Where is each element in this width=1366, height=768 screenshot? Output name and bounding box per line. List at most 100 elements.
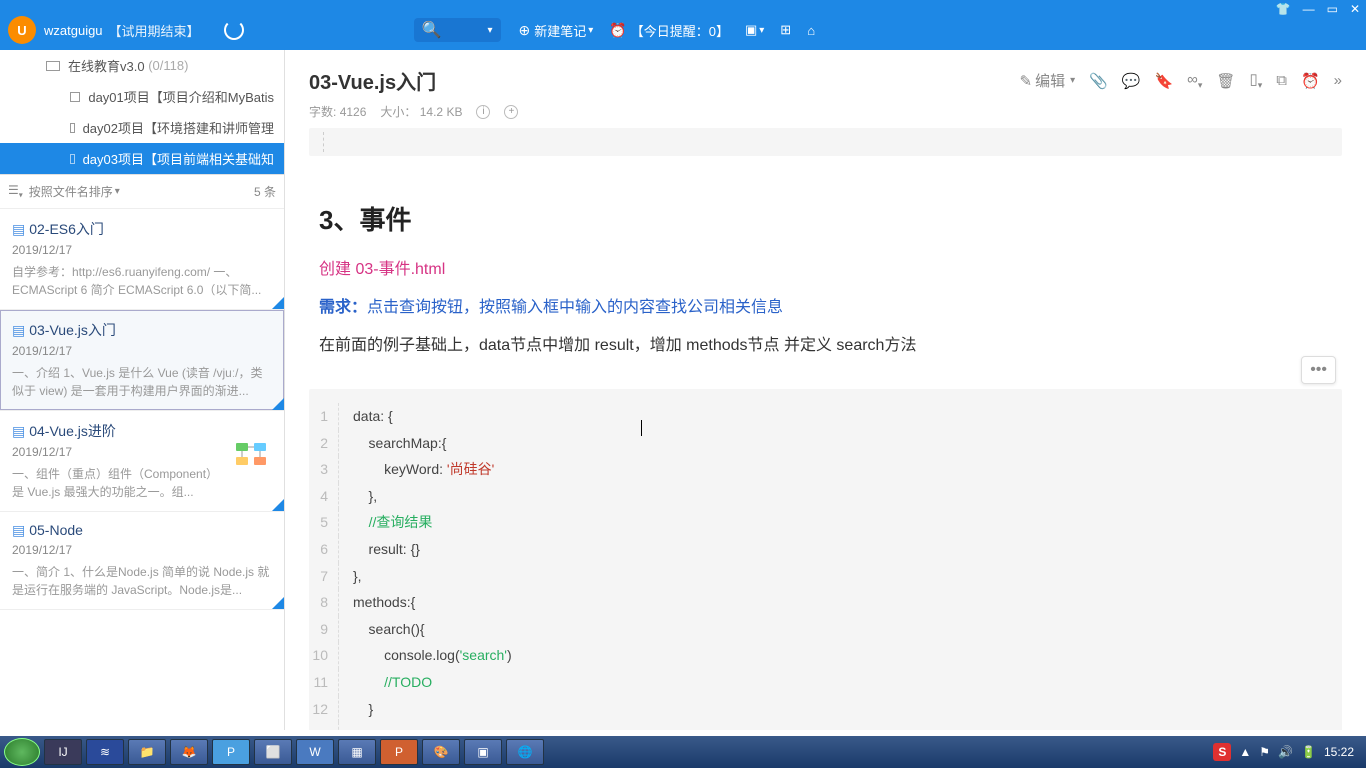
create-file-text: 创建 03-事件.html	[319, 255, 1332, 279]
task-item[interactable]: P	[380, 739, 418, 765]
folder-icon	[70, 92, 80, 102]
task-item[interactable]: 🦊	[170, 739, 208, 765]
note-date: 2019/12/17	[12, 543, 272, 557]
attachment-icon[interactable]: 📎	[1089, 72, 1108, 90]
corner-icon	[272, 398, 284, 410]
app-logo[interactable]: U	[8, 16, 36, 44]
corner-icon	[272, 499, 284, 511]
tag-icon[interactable]: 🔖	[1154, 72, 1173, 90]
task-item[interactable]: ≋	[86, 739, 124, 765]
tree-item-day01[interactable]: day01项目【项目介绍和MyBatis	[0, 81, 284, 112]
window-controls: 👕 — ▭ ✕	[1276, 0, 1360, 16]
float-more-button[interactable]: •••	[1301, 356, 1336, 384]
chevron-down-icon[interactable]: ▾	[115, 186, 120, 197]
diagram-thumb-icon	[234, 441, 274, 471]
alarm-icon[interactable]: ⏰	[1301, 72, 1320, 90]
system-tray: S ▲ ⚑ 🔊 🔋 15:22	[1213, 743, 1362, 761]
size-value: 14.2 KB	[420, 105, 463, 119]
note-date: 2019/12/17	[12, 344, 272, 358]
sidebar: 在线教育v3.0 (0/118) day01项目【项目介绍和MyBatis da…	[0, 50, 285, 730]
share-icon[interactable]: ∞▾	[1187, 71, 1202, 91]
clock[interactable]: 15:22	[1324, 745, 1354, 759]
titlebar	[0, 0, 1366, 10]
chevron-down-icon[interactable]: ▾	[588, 25, 593, 36]
sort-bar[interactable]: ☰▾ 按照文件名排序 ▾ 5 条	[0, 175, 284, 209]
link-icon[interactable]: ⧉	[1276, 72, 1287, 89]
comment-icon[interactable]: 💬	[1122, 72, 1141, 90]
info-icon[interactable]: i	[476, 105, 490, 119]
note-card[interactable]: ▤03-Vue.js入门 2019/12/17 一、介绍 1、Vue.js 是什…	[0, 310, 284, 411]
code-block[interactable]: 1data: {2 searchMap:{3 keyWord: '尚硅谷'4 }…	[309, 389, 1342, 730]
tree-item-day02[interactable]: day02项目【环境搭建和讲师管理	[0, 112, 284, 143]
task-item[interactable]: P	[212, 739, 250, 765]
close-button[interactable]: ✕	[1350, 2, 1360, 16]
note-card[interactable]: ▤04-Vue.js进阶 2019/12/17 一、组件（重点）组件（Compo…	[0, 411, 284, 512]
task-item[interactable]: 📁	[128, 739, 166, 765]
edit-label: 编辑	[1035, 70, 1065, 91]
note-date: 2019/12/17	[12, 445, 272, 459]
code-line: 4 },	[309, 483, 1342, 510]
code-line: 9 search(){	[309, 616, 1342, 643]
new-note-button[interactable]: ⊕ 新建笔记 ▾	[519, 21, 594, 40]
task-item[interactable]: ▣	[464, 739, 502, 765]
start-button[interactable]	[4, 738, 40, 766]
tree-item-label: day02项目【环境搭建和讲师管理	[83, 118, 274, 137]
refresh-icon[interactable]	[224, 20, 244, 40]
article-body: 3、事件 创建 03-事件.html 需求：点击查询按钮，按照输入框中输入的内容…	[285, 156, 1366, 389]
window-icon[interactable]: ▣▾	[745, 22, 764, 38]
menu-icon[interactable]: ☰▾	[8, 183, 23, 199]
sort-label: 按照文件名排序	[29, 183, 113, 200]
chevron-down-icon[interactable]: ▾	[487, 25, 492, 36]
note-card[interactable]: ▤05-Node 2019/12/17 一、简介 1、什么是Node.js 简单…	[0, 512, 284, 610]
task-item[interactable]: W	[296, 739, 334, 765]
plus-icon[interactable]: +	[504, 105, 518, 119]
note-title: 04-Vue.js进阶	[29, 423, 116, 439]
note-preview: 一、简介 1、什么是Node.js 简单的说 Node.js 就是运行在服务端的…	[12, 563, 272, 599]
minimize-button[interactable]: —	[1303, 2, 1315, 16]
flag-icon[interactable]: ⚑	[1259, 745, 1270, 759]
note-date: 2019/12/17	[12, 243, 272, 257]
tray-icon[interactable]: ▲	[1239, 745, 1251, 759]
code-line: 13}	[309, 722, 1342, 730]
reminder-button[interactable]: ⏰ 【今日提醒：0】	[609, 21, 729, 40]
note-title: 03-Vue.js入门	[29, 322, 116, 338]
task-item[interactable]: IJ	[44, 739, 82, 765]
home-icon[interactable]: ⌂	[807, 23, 815, 38]
volume-icon[interactable]: 🔊	[1278, 745, 1293, 759]
doc-icon: ▤	[12, 522, 25, 538]
code-line: 11 //TODO	[309, 669, 1342, 696]
task-item[interactable]: 🌐	[506, 739, 544, 765]
book-icon[interactable]: ▯▾	[1249, 70, 1262, 91]
folder-label: 在线教育v3.0	[68, 56, 145, 75]
plus-icon: ⊕	[519, 22, 531, 39]
tree-folder-root[interactable]: 在线教育v3.0 (0/118)	[0, 50, 284, 81]
heading-3: 3、事件	[319, 200, 1332, 237]
doc-icon: ▤	[12, 221, 25, 237]
chars-value: 4126	[340, 105, 367, 119]
req-content: 点击查询按钮，按照输入框中输入的内容查找公司相关信息	[367, 299, 783, 316]
more-icon[interactable]: »	[1334, 72, 1342, 89]
code-preview-strip	[309, 128, 1342, 156]
maximize-button[interactable]: ▭	[1327, 2, 1338, 16]
note-card[interactable]: ▤02-ES6入门 2019/12/17 自学参考：http://es6.rua…	[0, 209, 284, 310]
ime-icon[interactable]: S	[1213, 743, 1231, 761]
note-title: 02-ES6入门	[29, 221, 104, 237]
trash-icon[interactable]: 🗑	[1216, 72, 1235, 90]
edit-button[interactable]: ✎编辑▾	[1019, 70, 1075, 91]
search-box[interactable]: 🔍 ▾	[414, 18, 501, 42]
corner-icon	[272, 297, 284, 309]
main: 在线教育v3.0 (0/118) day01项目【项目介绍和MyBatis da…	[0, 50, 1366, 730]
task-item[interactable]: 🎨	[422, 739, 460, 765]
tree-item-day03[interactable]: day03项目【项目前端相关基础知	[0, 143, 284, 174]
battery-icon[interactable]: 🔋	[1301, 745, 1316, 759]
topbar: U wzatguigu 【试用期结束】 🔍 ▾ ⊕ 新建笔记 ▾ ⏰ 【今日提醒…	[0, 10, 1366, 50]
task-item[interactable]: ▦	[338, 739, 376, 765]
task-item[interactable]: ⬜	[254, 739, 292, 765]
apps-icon[interactable]: ⊞	[780, 22, 791, 38]
code-line: 8methods:{	[309, 589, 1342, 616]
search-input[interactable]	[445, 23, 485, 38]
chars-label: 字数:	[309, 105, 336, 119]
username[interactable]: wzatguigu	[44, 23, 103, 38]
content-pane: 03-Vue.js入门 ✎编辑▾ 📎 💬 🔖 ∞▾ 🗑 ▯▾ ⧉ ⏰ » 字数:…	[285, 50, 1366, 730]
shirt-icon[interactable]: 👕	[1276, 2, 1291, 16]
